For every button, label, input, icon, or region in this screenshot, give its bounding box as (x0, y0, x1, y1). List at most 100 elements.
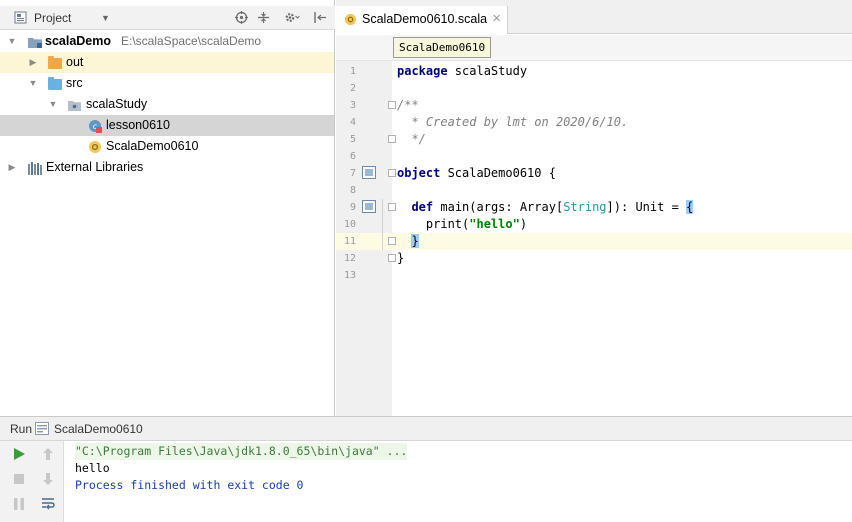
chevron-down-icon[interactable]: ▼ (101, 6, 110, 30)
code-text: * Created by lmt on 2020/6/10. (397, 114, 628, 131)
code-line[interactable]: 3 /** (336, 97, 852, 114)
code-text: } (397, 250, 404, 267)
line-number: 7 (349, 168, 356, 179)
code-token: */ (397, 132, 426, 146)
tree-item-scalademo0610[interactable]: ScalaDemo0610 (0, 136, 334, 157)
arrow-up-icon[interactable] (40, 446, 56, 462)
tree-item-external-libraries[interactable]: ▶ External Libraries (0, 157, 334, 178)
settings-gear-icon[interactable] (284, 6, 300, 30)
console-output[interactable]: "C:\Program Files\Java\jdk1.8.0_65\bin\j… (64, 441, 852, 522)
project-panel-header: Project ▼ (0, 6, 335, 30)
collapse-all-icon[interactable] (257, 6, 270, 30)
collapse-arrow-icon[interactable]: ▶ (28, 52, 38, 73)
expand-arrow-icon[interactable]: ▼ (28, 73, 38, 94)
code-token: } (397, 251, 405, 265)
console-line: "C:\Program Files\Java\jdk1.8.0_65\bin\j… (75, 443, 408, 460)
project-view-icon (14, 6, 27, 30)
run-config-name[interactable]: ScalaDemo0610 (54, 417, 143, 441)
tree-item-label: External Libraries (46, 160, 144, 174)
code-token: scalaStudy (447, 64, 528, 78)
run-panel-header: Run ScalaDemo0610 (0, 417, 852, 441)
project-tree: ▼ scalaDemo E:\scalaSpace\scalaDemo ▶ ou… (0, 31, 334, 416)
code-token: def (411, 200, 434, 214)
code-line[interactable]: 5 */ (336, 131, 852, 148)
libraries-icon (28, 161, 42, 175)
hide-panel-icon[interactable] (313, 6, 327, 30)
console-line: hello (75, 461, 110, 475)
code-line[interactable]: 8 (336, 182, 852, 199)
tree-item-src[interactable]: ▼ src (0, 73, 334, 94)
collapse-arrow-icon[interactable]: ▶ (7, 157, 17, 178)
pause-icon[interactable] (11, 496, 27, 512)
scala-object-icon (344, 13, 357, 29)
code-token: object (397, 166, 441, 180)
code-token: main(args: Array[ (433, 200, 564, 214)
run-gutter-icon[interactable] (362, 166, 376, 179)
tree-item-lesson0610[interactable]: c lesson0610 (0, 115, 334, 136)
expand-arrow-icon[interactable]: ▼ (48, 94, 58, 115)
tree-item-label: out (66, 55, 84, 69)
line-number: 4 (349, 117, 356, 128)
fold-marker-icon[interactable] (388, 101, 396, 109)
code-line[interactable]: 13 (336, 267, 852, 284)
line-number: 10 (343, 219, 356, 230)
tree-item-out[interactable]: ▶ out (0, 52, 334, 73)
fold-marker-icon[interactable] (388, 203, 396, 211)
code-line[interactable]: 11 } (336, 233, 852, 250)
code-token: ) (519, 217, 528, 231)
folder-orange-icon (48, 56, 62, 69)
code-token: String (563, 200, 607, 214)
tree-item-label: scalaStudy (86, 97, 148, 111)
line-number: 2 (349, 83, 356, 94)
fold-marker-icon[interactable] (388, 254, 396, 262)
tree-item-scalademo[interactable]: ▼ scalaDemo E:\scalaSpace\scalaDemo (0, 31, 334, 52)
line-number: 5 (349, 134, 356, 145)
fold-marker-icon[interactable] (388, 169, 396, 177)
line-number: 13 (343, 270, 356, 281)
arrow-down-icon[interactable] (40, 471, 56, 487)
close-tab-icon[interactable]: ✕ (492, 6, 501, 32)
line-number: 9 (349, 202, 356, 213)
code-line[interactable]: 6 (336, 148, 852, 165)
scroll-from-source-icon[interactable] (235, 6, 248, 30)
fold-marker-icon[interactable] (388, 135, 396, 143)
tab-scalademo0610[interactable]: ScalaDemo0610.scala ✕ (336, 6, 508, 34)
fold-marker-icon[interactable] (388, 237, 396, 245)
run-gutter-icon[interactable] (362, 200, 376, 213)
code-text: def main(args: Array[String]): Unit = { (397, 199, 694, 216)
rerun-icon[interactable] (11, 446, 27, 462)
code-line[interactable]: 2 (336, 80, 852, 97)
code-token: ]): Unit = (606, 200, 687, 214)
stop-icon[interactable] (11, 471, 27, 487)
line-number: 12 (343, 253, 356, 264)
tree-item-label: lesson0610 (106, 118, 170, 132)
code-line[interactable]: 10 print("hello") (336, 216, 852, 233)
code-line[interactable]: 9 def main(args: Array[String]): Unit = … (336, 199, 852, 216)
code-token: ScalaDemo0610 { (440, 166, 556, 180)
scala-object-icon (88, 140, 102, 153)
code-line[interactable]: 7 object ScalaDemo0610 { (336, 165, 852, 182)
run-panel: Run ScalaDemo0610 "C:\Program Files\Java… (0, 416, 852, 522)
soft-wrap-icon[interactable] (40, 496, 56, 512)
run-tab-label[interactable]: Run (10, 417, 32, 441)
tree-item-scalastudy[interactable]: ▼ scalaStudy (0, 94, 334, 115)
code-text: object ScalaDemo0610 { (397, 165, 556, 182)
code-text: */ (397, 131, 426, 148)
breadcrumb-strip: ScalaDemo0610 (336, 35, 852, 61)
expand-arrow-icon[interactable]: ▼ (7, 31, 17, 52)
code-line[interactable]: 12} (336, 250, 852, 267)
module-path: E:\scalaSpace\scalaDemo (121, 34, 262, 48)
scala-class-icon: c (88, 119, 102, 133)
line-number: 6 (349, 151, 356, 162)
project-panel: Project ▼ ▼ scalaDemo E:\scalaSpace\scal… (0, 0, 335, 416)
code-token: * Created by lmt on 2020/6/10. (397, 115, 629, 129)
code-text: /** (397, 97, 419, 114)
code-line[interactable]: 1 package scalaStudy (336, 63, 852, 80)
tooltip: ScalaDemo0610 (393, 37, 492, 58)
project-view-selector[interactable]: Project (34, 6, 71, 30)
tree-item-label: ScalaDemo0610 (106, 139, 199, 153)
code-line[interactable]: 4 * Created by lmt on 2020/6/10. (336, 114, 852, 131)
code-text: } (397, 233, 419, 250)
